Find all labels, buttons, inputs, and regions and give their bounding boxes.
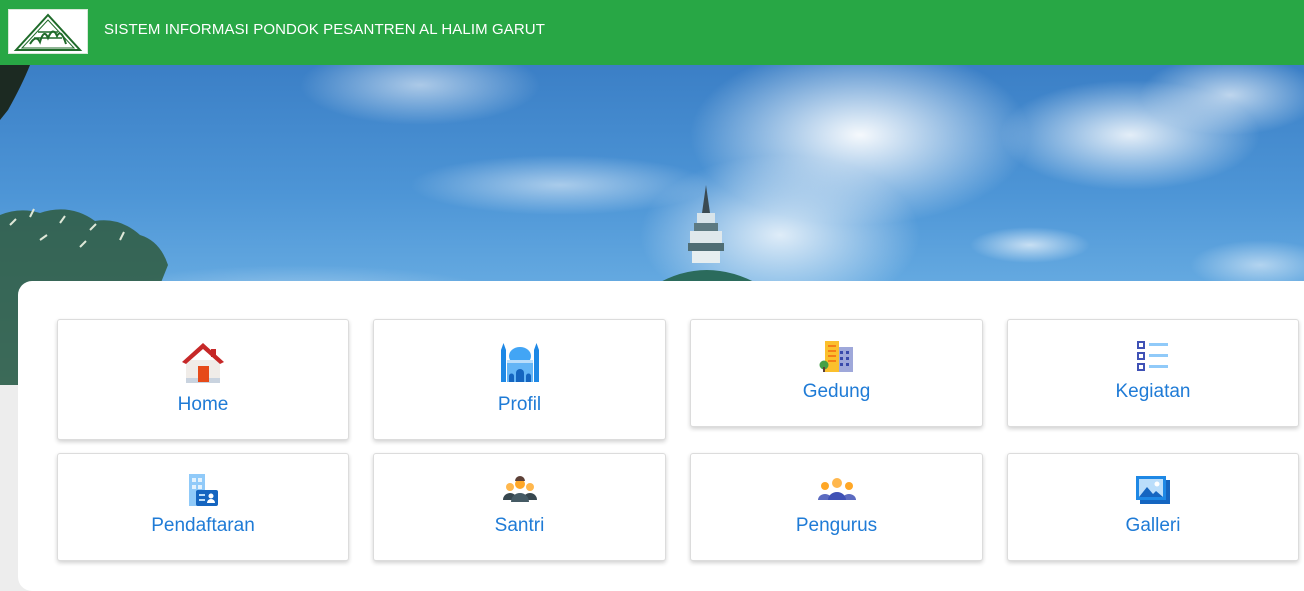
menu-label-gedung: Gedung: [802, 381, 871, 402]
menu-card-santri[interactable]: Santri: [373, 453, 666, 561]
menu-card-galleri[interactable]: Galleri: [1007, 453, 1299, 561]
building-icon: [819, 341, 853, 372]
pesantren-logo-icon[interactable]: [8, 9, 88, 54]
menu-card-gedung[interactable]: Gedung: [690, 319, 983, 427]
menu-card-pengurus[interactable]: Pengurus: [690, 453, 983, 561]
menu-label-pengurus: Pengurus: [795, 515, 878, 536]
menu-label-profil: Profil: [497, 394, 542, 415]
students-group-icon: [502, 476, 537, 502]
house-icon: [182, 343, 224, 383]
team-icon: [817, 478, 856, 500]
menu-card-home[interactable]: Home: [57, 319, 349, 440]
menu-label-galleri: Galleri: [1125, 515, 1181, 536]
list-icon: [1137, 341, 1168, 371]
menu-label-santri: Santri: [494, 515, 545, 536]
gallery-image-icon: [1136, 476, 1170, 504]
mosque-icon: [500, 343, 539, 382]
navbar: SISTEM INFORMASI PONDOK PESANTREN AL HAL…: [0, 0, 1304, 65]
menu-card-profil[interactable]: Profil: [373, 319, 666, 440]
registration-id-card-icon: [189, 474, 218, 506]
menu-label-kegiatan: Kegiatan: [1115, 381, 1191, 402]
site-title[interactable]: SISTEM INFORMASI PONDOK PESANTREN AL HAL…: [104, 21, 545, 38]
menu-card-kegiatan[interactable]: Kegiatan: [1007, 319, 1299, 427]
menu-label-pendaftaran: Pendaftaran: [151, 515, 255, 536]
menu-label-home: Home: [177, 394, 229, 415]
menu-card-pendaftaran[interactable]: Pendaftaran: [57, 453, 349, 561]
